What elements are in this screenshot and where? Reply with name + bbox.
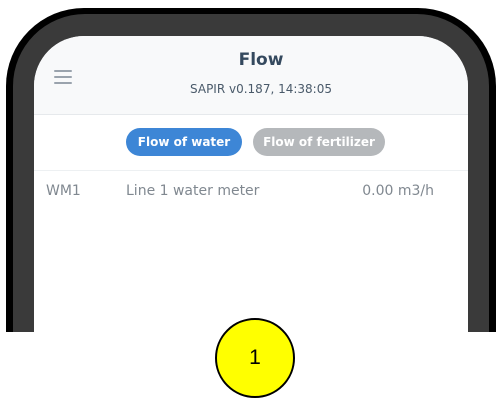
screenshot-stage: Flow SAPIR v0.187, 14:38:05 Flow of wate… xyxy=(0,0,500,410)
version-timestamp: SAPIR v0.187, 14:38:05 xyxy=(190,82,332,96)
meter-name: Line 1 water meter xyxy=(126,183,260,199)
app-header: Flow SAPIR v0.187, 14:38:05 xyxy=(34,36,468,115)
tab-flow-of-water[interactable]: Flow of water xyxy=(126,128,242,156)
meter-id: WM1 xyxy=(46,183,81,199)
list-item[interactable]: WM1 Line 1 water meter 0.00 m3/h xyxy=(34,176,468,206)
divider xyxy=(34,170,468,171)
tab-flow-of-fertilizer[interactable]: Flow of fertilizer xyxy=(253,128,385,156)
meter-flow-value: 0.00 m3/h xyxy=(362,183,434,199)
page-title: Flow xyxy=(238,50,284,70)
step-callout-badge: 1 xyxy=(215,318,295,398)
phone-screen: Flow SAPIR v0.187, 14:38:05 Flow of wate… xyxy=(34,36,468,332)
flow-tab-bar: Flow of water Flow of fertilizer xyxy=(34,128,468,156)
